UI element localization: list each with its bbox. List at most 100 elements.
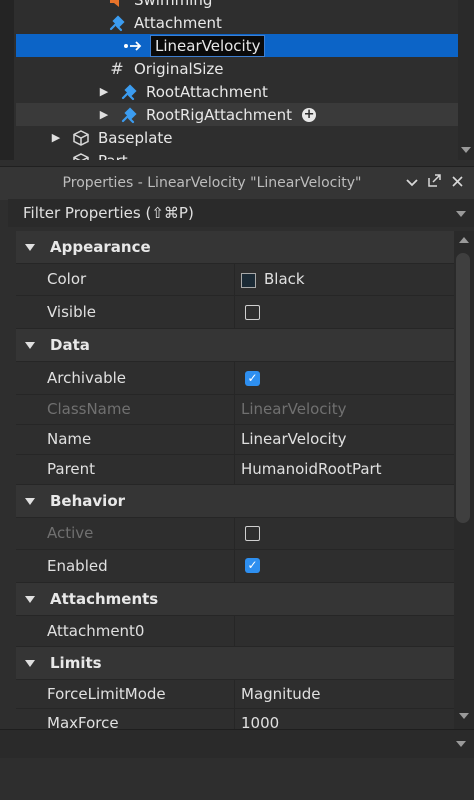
properties-titlebar: Properties - LinearVelocity "LinearVeloc… (0, 166, 474, 200)
property-value[interactable]: 1000 (241, 709, 279, 729)
property-row-color[interactable]: Color Black (16, 264, 454, 296)
column-divider (234, 550, 235, 582)
tree-item-label: Part (98, 152, 128, 161)
tree-item-rootrigattachment[interactable]: ▶ RootRigAttachment + (16, 103, 458, 126)
attachment-icon (118, 82, 140, 102)
undock-icon[interactable] (424, 167, 444, 200)
section-title: Appearance (50, 238, 151, 256)
property-row-attachment0[interactable]: Attachment0 (16, 616, 454, 647)
tree-item-baseplate[interactable]: ▶ Baseplate (50, 126, 173, 149)
attachment-icon (106, 13, 128, 33)
properties-grid: Appearance Color Black Visible Data Arch… (16, 231, 454, 729)
collapse-arrow-icon[interactable] (25, 244, 35, 251)
property-name: Visible (47, 303, 96, 321)
explorer-scrollbar[interactable] (458, 0, 474, 160)
property-value[interactable]: Magnitude (241, 680, 320, 708)
property-row-enabled[interactable]: Enabled ✓ (16, 550, 454, 583)
chevron-down-icon[interactable] (402, 167, 422, 200)
property-row-forcelimitmode[interactable]: ForceLimitMode Magnitude (16, 680, 454, 709)
section-appearance[interactable]: Appearance (16, 231, 454, 264)
expand-arrow-icon[interactable]: ▶ (98, 108, 110, 121)
column-divider (234, 296, 235, 328)
column-divider (234, 264, 235, 295)
section-limits[interactable]: Limits (16, 647, 454, 680)
add-child-icon[interactable]: + (302, 107, 317, 122)
expand-arrow-icon[interactable]: ▶ (98, 85, 110, 98)
tree-item-attachment[interactable]: Attachment (106, 11, 222, 34)
tree-item-swimming[interactable]: Swimming (106, 0, 212, 11)
bottom-empty-area (0, 758, 474, 800)
property-value[interactable]: Black (264, 264, 305, 295)
property-name: ForceLimitMode (47, 685, 166, 703)
property-row-parent[interactable]: Parent HumanoidRootPart (16, 455, 454, 485)
collapse-arrow-icon[interactable] (25, 498, 35, 505)
column-divider (234, 616, 235, 646)
attachment-icon (118, 105, 140, 125)
property-name: MaxForce (47, 714, 119, 729)
tree-item-linearvelocity[interactable]: LinearVelocity (16, 34, 458, 57)
tree-item-part[interactable]: Part (70, 149, 128, 160)
part-icon (70, 128, 92, 148)
property-row-classname: ClassName LinearVelocity (16, 395, 454, 425)
column-divider (234, 680, 235, 708)
column-divider (234, 425, 235, 454)
property-name: ClassName (47, 400, 131, 418)
property-row-maxforce[interactable]: MaxForce 1000 (16, 709, 454, 729)
tree-item-label: Baseplate (98, 128, 173, 147)
properties-scrollbar-thumb[interactable] (456, 253, 470, 523)
archivable-checkbox[interactable]: ✓ (245, 371, 260, 386)
visible-checkbox[interactable] (245, 305, 260, 320)
hash-icon: # (110, 59, 124, 78)
property-name: Archivable (47, 369, 127, 387)
enabled-checkbox[interactable]: ✓ (245, 558, 260, 573)
property-value: LinearVelocity (241, 400, 347, 418)
tree-item-originalsize[interactable]: # OriginalSize (106, 57, 224, 80)
property-row-active[interactable]: Active (16, 518, 454, 550)
property-row-name[interactable]: Name LinearVelocity (16, 425, 454, 455)
property-name: Enabled (47, 557, 108, 575)
scroll-down-arrow-icon[interactable] (461, 147, 471, 153)
properties-title: Properties - LinearVelocity "LinearVeloc… (62, 175, 362, 191)
tree-item-label: RootAttachment (146, 82, 268, 101)
scroll-up-arrow-icon[interactable] (459, 237, 469, 243)
linear-velocity-icon (122, 36, 144, 56)
tree-item-label: Swimming (134, 0, 212, 9)
explorer-gutter (0, 0, 14, 160)
column-divider (234, 395, 235, 424)
collapse-arrow-icon[interactable] (25, 342, 35, 349)
section-title: Limits (50, 654, 102, 672)
property-name: Active (47, 524, 94, 542)
part-icon (70, 151, 92, 160)
section-attachments[interactable]: Attachments (16, 583, 454, 616)
section-title: Attachments (50, 590, 159, 608)
explorer-panel: Swimming Attachment LinearVelocity # Ori… (0, 0, 474, 160)
chevron-down-icon[interactable] (456, 741, 466, 747)
color-swatch[interactable] (241, 273, 256, 288)
bottom-dropdown-bar[interactable] (0, 729, 474, 759)
property-value[interactable]: LinearVelocity (241, 425, 346, 454)
close-icon[interactable] (447, 167, 467, 200)
expand-arrow-icon[interactable]: ▶ (50, 131, 62, 144)
tree-item-rename-field[interactable]: LinearVelocity (150, 34, 266, 57)
tree-item-rootattachment[interactable]: ▶ RootAttachment (98, 80, 268, 103)
property-name: Color (47, 270, 87, 288)
property-value[interactable]: HumanoidRootPart (241, 455, 382, 484)
column-divider (234, 709, 235, 729)
collapse-arrow-icon[interactable] (25, 660, 35, 667)
sound-icon (106, 0, 128, 10)
tree-item-label: OriginalSize (134, 59, 224, 78)
scroll-down-arrow-icon[interactable] (459, 713, 469, 719)
property-row-archivable[interactable]: Archivable ✓ (16, 362, 454, 395)
column-divider (234, 362, 235, 394)
section-data[interactable]: Data (16, 329, 454, 362)
tree-item-label: Attachment (134, 13, 222, 32)
filter-properties-input[interactable]: Filter Properties (⇧⌘P) (8, 199, 474, 227)
section-behavior[interactable]: Behavior (16, 485, 454, 518)
property-row-visible[interactable]: Visible (16, 296, 454, 329)
collapse-arrow-icon[interactable] (25, 596, 35, 603)
property-name: Parent (47, 460, 96, 478)
chevron-down-icon[interactable] (456, 211, 466, 217)
column-divider (234, 455, 235, 484)
active-checkbox[interactable] (245, 526, 260, 541)
column-divider (234, 518, 235, 549)
